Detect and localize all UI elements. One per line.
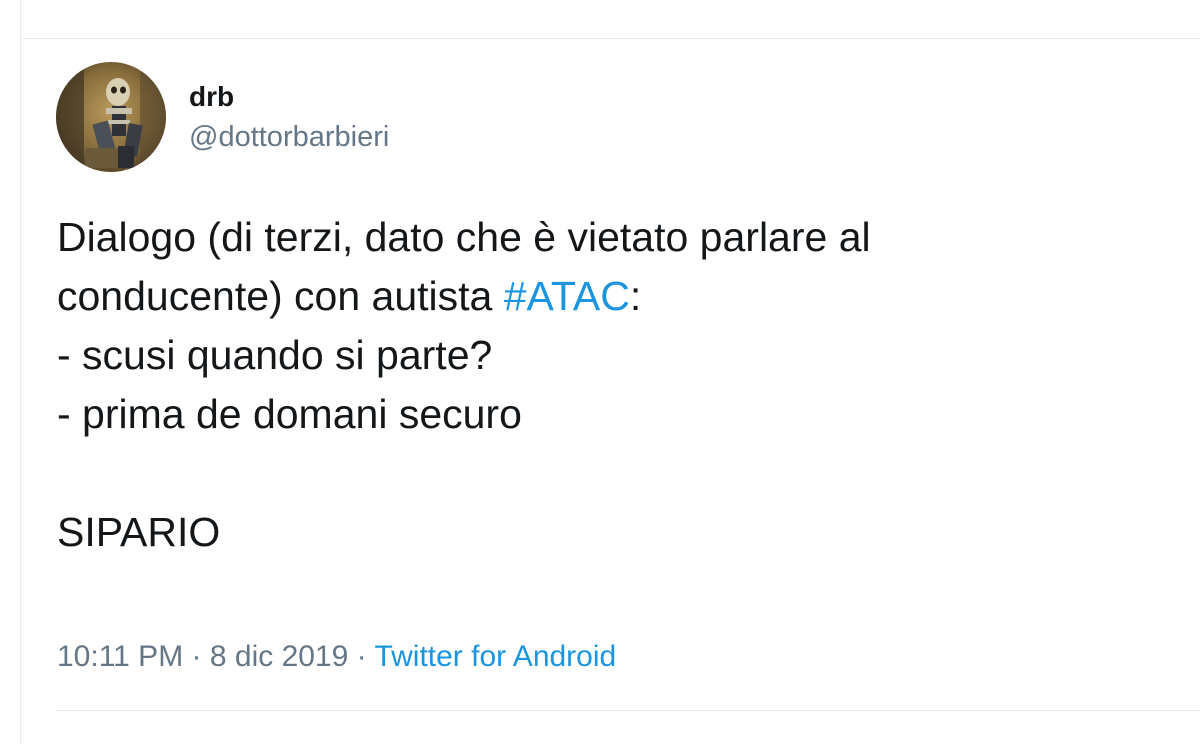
hashtag-link[interactable]: #ATAC: [504, 273, 630, 319]
bottom-divider: [55, 710, 1200, 711]
tweet-line-2-colon: :: [629, 273, 642, 319]
user-handle[interactable]: @dottorbarbieri: [189, 120, 389, 154]
top-divider: [20, 38, 1200, 39]
tweet-source-link[interactable]: Twitter for Android: [374, 640, 616, 673]
tweet-text: Dialogo (di terzi, dato che è vietato pa…: [57, 208, 1177, 562]
meta-separator: ·: [348, 640, 375, 673]
tweet-page: drb @dottorbarbieri Dialogo (di terzi, d…: [0, 0, 1200, 744]
left-border: [20, 0, 21, 744]
profile-avatar-icon: [56, 62, 166, 172]
tweet-line-2: conducente) con autista #ATAC:: [57, 267, 1177, 326]
avatar[interactable]: [56, 62, 166, 172]
tweet-line-2-text: conducente) con autista: [57, 273, 504, 319]
tweet-date[interactable]: 8 dic 2019: [210, 640, 348, 673]
meta-separator: ·: [183, 640, 210, 673]
display-name[interactable]: drb: [189, 80, 234, 114]
tweet-line-3: - scusi quando si parte?: [57, 332, 493, 378]
tweet-line-4: - prima de domani securo: [57, 391, 522, 437]
tweet-metadata: 10:11 PM · 8 dic 2019 · Twitter for Andr…: [57, 638, 616, 676]
tweet-line-1: Dialogo (di terzi, dato che è vietato pa…: [57, 214, 871, 260]
tweet-time[interactable]: 10:11 PM: [57, 640, 183, 673]
tweet-line-5: SIPARIO: [57, 509, 221, 555]
